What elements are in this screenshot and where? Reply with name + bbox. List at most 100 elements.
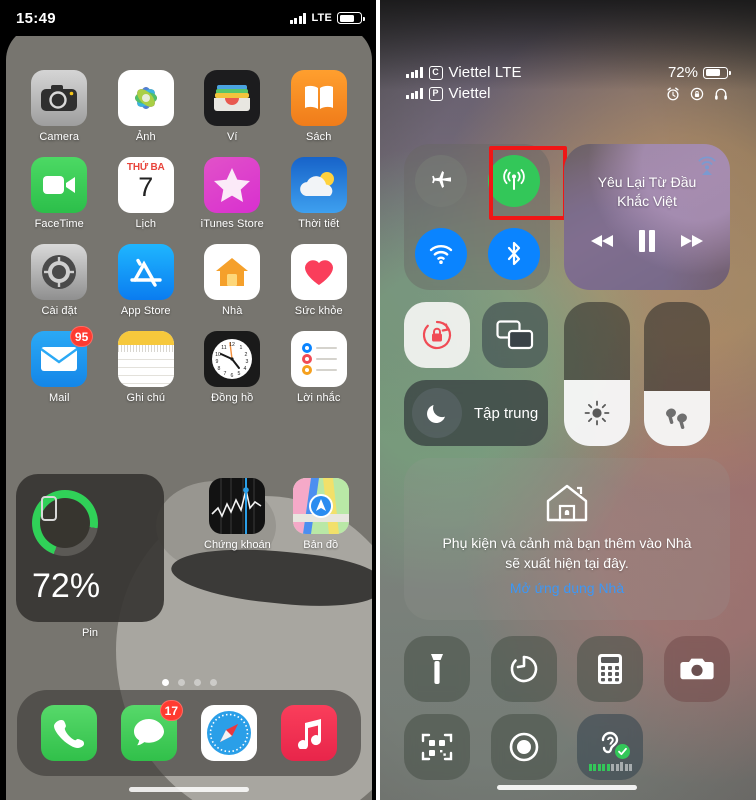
forward-button[interactable] bbox=[678, 233, 704, 249]
flashlight-tile[interactable] bbox=[404, 636, 470, 702]
app-app-store[interactable]: App Store bbox=[103, 244, 190, 317]
focus-tile[interactable]: Tập trung bbox=[404, 380, 548, 446]
camera-icon bbox=[31, 70, 88, 126]
cc-status-right: 72% bbox=[666, 64, 731, 101]
page-indicator[interactable] bbox=[6, 679, 372, 686]
battery-icon bbox=[703, 66, 731, 79]
app-weather[interactable]: Thời tiết bbox=[276, 157, 363, 230]
battery-group: 72% bbox=[667, 64, 731, 81]
media-controls bbox=[564, 229, 730, 253]
widget-label: Pin bbox=[82, 627, 98, 639]
brightness-slider[interactable] bbox=[564, 302, 630, 446]
calendar-day: 7 bbox=[138, 172, 154, 202]
home-indicator[interactable] bbox=[129, 787, 249, 792]
track-artist: Khắc Việt bbox=[617, 193, 677, 209]
page-dot[interactable] bbox=[209, 679, 217, 686]
camera-tile[interactable] bbox=[663, 636, 730, 702]
dock: 17 bbox=[17, 690, 361, 776]
page-dot[interactable] bbox=[161, 679, 169, 686]
app-health[interactable]: Sức khỏe bbox=[276, 244, 363, 317]
qr-scanner-tile[interactable] bbox=[404, 714, 470, 780]
app-itunes-store[interactable]: iTunes Store bbox=[189, 157, 276, 230]
carrier-row-secondary: P Viettel bbox=[406, 85, 522, 102]
airplay-icon[interactable] bbox=[696, 154, 718, 176]
app-label: Sách bbox=[306, 131, 332, 143]
home-app-icon bbox=[204, 244, 261, 300]
app-label: Bản đồ bbox=[303, 539, 339, 551]
app-maps[interactable]: Bản đồ bbox=[292, 478, 349, 639]
focus-circle bbox=[412, 388, 462, 438]
dock-item-phone[interactable] bbox=[41, 705, 97, 761]
app-store-icon bbox=[117, 244, 174, 300]
rotation-lock-icon bbox=[690, 87, 704, 101]
app-label: Cài đặt bbox=[41, 305, 78, 317]
now-playing-widget[interactable]: Yêu Lại Từ Đầu Khắc Việt bbox=[564, 144, 730, 290]
app-home[interactable]: Nhà bbox=[189, 244, 276, 317]
rotation-lock-tile[interactable] bbox=[404, 302, 470, 368]
page-dot[interactable] bbox=[177, 679, 185, 686]
airplane-mode-toggle[interactable] bbox=[414, 154, 467, 207]
alarm-icon bbox=[667, 87, 679, 101]
home-accessories-widget[interactable]: Phụ kiện và cảnh mà bạn thêm vào Nhà sẽ … bbox=[404, 458, 730, 620]
dock-item-music[interactable] bbox=[281, 705, 337, 761]
app-clock[interactable]: 12 1 2 345 678 9 10 11 Đồng hồ bbox=[189, 331, 276, 404]
health-icon bbox=[290, 244, 347, 300]
bluetooth-icon bbox=[507, 241, 520, 265]
battery-widget[interactable]: 72% bbox=[16, 474, 164, 622]
app-label: Ảnh bbox=[135, 131, 156, 143]
app-books[interactable]: Sách bbox=[276, 70, 363, 143]
moon-icon bbox=[427, 405, 445, 424]
app-label: App Store bbox=[120, 305, 171, 317]
app-facetime[interactable]: FaceTime bbox=[16, 157, 103, 230]
dock-item-safari[interactable] bbox=[201, 705, 257, 761]
battery-widget-cell[interactable]: 72% Pin bbox=[16, 474, 164, 639]
rewind-button[interactable] bbox=[590, 233, 616, 249]
signal-bars-icon bbox=[406, 88, 423, 99]
wifi-toggle[interactable] bbox=[414, 227, 467, 280]
bluetooth-toggle[interactable] bbox=[487, 227, 540, 280]
svg-text:3: 3 bbox=[246, 359, 249, 365]
app-reminders[interactable]: Lời nhắc bbox=[276, 331, 363, 404]
timer-tile[interactable] bbox=[490, 636, 557, 702]
app-calendar[interactable]: THỨ BA 7 Lịch bbox=[103, 157, 190, 230]
mail-badge: 95 bbox=[69, 326, 94, 347]
brightness-icon bbox=[584, 400, 610, 426]
app-mail[interactable]: 95 Mail bbox=[16, 326, 103, 404]
page-dot[interactable] bbox=[193, 679, 201, 686]
volume-slider[interactable] bbox=[644, 302, 710, 446]
home-outline-icon bbox=[546, 485, 588, 522]
carrier-name: Viettel bbox=[448, 85, 491, 102]
books-icon bbox=[290, 70, 347, 126]
svg-text:12: 12 bbox=[229, 342, 235, 348]
app-camera[interactable]: Camera bbox=[16, 70, 103, 143]
app-settings[interactable]: Cài đặt bbox=[16, 244, 103, 317]
app-photos[interactable]: Ảnh bbox=[103, 70, 190, 143]
sim-badge-icon: C bbox=[428, 65, 443, 80]
status-bar: 15:49 LTE bbox=[0, 0, 378, 36]
battery-percent: 72% bbox=[32, 567, 101, 605]
facetime-icon bbox=[31, 157, 88, 213]
svg-text:10: 10 bbox=[215, 352, 221, 358]
cellular-data-toggle[interactable] bbox=[487, 154, 540, 207]
app-label: Mail bbox=[48, 392, 70, 404]
clock-icon: 12 1 2 345 678 9 10 11 bbox=[204, 331, 261, 387]
dock-item-messages[interactable]: 17 bbox=[121, 700, 183, 761]
app-notes[interactable]: Ghi chú bbox=[103, 331, 190, 404]
app-stocks[interactable]: Chứng khoán bbox=[204, 478, 271, 639]
widget-row: 72% Pin Chứng khoán Bản đồ bbox=[16, 474, 362, 639]
battery-percent: 72% bbox=[667, 64, 698, 81]
pause-button[interactable] bbox=[637, 229, 657, 253]
open-home-app-link[interactable]: Mở ứng dụng Nhà bbox=[510, 580, 624, 596]
app-label: Đồng hồ bbox=[211, 392, 254, 404]
screen-recording-tile[interactable] bbox=[490, 714, 557, 780]
app-label: Lời nhắc bbox=[297, 392, 341, 404]
hearing-tile[interactable] bbox=[577, 714, 644, 780]
home-indicator[interactable] bbox=[497, 785, 637, 790]
airplane-icon bbox=[431, 170, 451, 188]
status-time: 15:49 bbox=[16, 9, 56, 27]
sim-badge-icon: P bbox=[428, 86, 443, 101]
calculator-tile[interactable] bbox=[577, 636, 644, 702]
screen-mirroring-tile[interactable] bbox=[482, 302, 548, 368]
flashlight-icon bbox=[431, 654, 443, 684]
app-wallet[interactable]: Ví bbox=[189, 70, 276, 143]
